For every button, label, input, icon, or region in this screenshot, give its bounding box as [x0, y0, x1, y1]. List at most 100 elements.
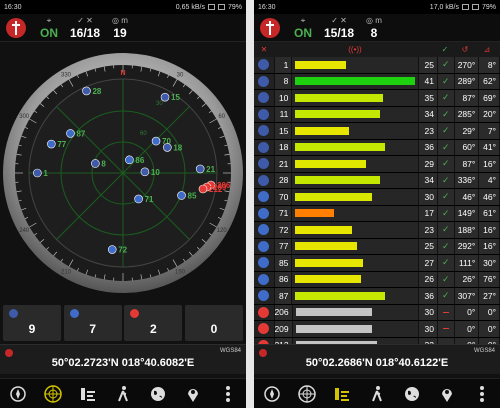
china-flag-icon	[130, 309, 140, 318]
satellite-marker[interactable]	[177, 191, 186, 200]
table-row[interactable]: 15 23 ✓ 29° 7°	[254, 123, 500, 140]
satellite-marker[interactable]	[125, 155, 134, 165]
check-icon: ✓	[442, 141, 450, 152]
table-row[interactable]: 209 30 0° 0°	[254, 321, 500, 338]
signal-bar-cell	[292, 271, 419, 287]
azimuth-cell: 292°	[454, 238, 479, 254]
coordinates-bar[interactable]: WGS84 50°02.2723'N 018°40.6082'E	[0, 344, 246, 374]
row-flag	[254, 139, 274, 155]
table-row[interactable]: 86 26 ✓ 26° 76°	[254, 271, 500, 288]
table-row[interactable]: 8 41 ✓ 289° 62°	[254, 73, 500, 90]
more-icon[interactable]	[217, 383, 239, 405]
app-logo-icon[interactable]	[260, 17, 280, 38]
signal-bars-icon[interactable]	[331, 383, 353, 405]
globe-icon[interactable]	[147, 383, 169, 405]
table-row[interactable]: 28 34 ✓ 336° 4°	[254, 172, 500, 189]
globe-icon[interactable]	[401, 383, 423, 405]
more-icon[interactable]	[471, 383, 493, 405]
satellite-radar[interactable]: 300 330 30 60 120 150 210 240 N 60 30 1 77 87 28 8 7…	[0, 42, 246, 304]
satellite-prn-label: 71	[145, 195, 154, 204]
signal-bar	[295, 126, 350, 135]
azimuth-cell: 285°	[454, 106, 479, 122]
satellite-marker[interactable]	[33, 168, 42, 178]
gps-header: ⌖ ON ✓ ✕ 16/18 ◎ m 19	[0, 14, 246, 42]
signal-col-icon[interactable]: ((•))	[291, 45, 419, 54]
map-pin-icon[interactable]	[182, 383, 204, 405]
table-row[interactable]: 10 35 ✓ 87° 69°	[254, 90, 500, 107]
signal-bar	[295, 242, 358, 251]
coordinates-text: 50°02.2686'N 018°40.6122'E	[305, 357, 449, 369]
satellite-marker[interactable]	[134, 194, 143, 204]
signal-bar	[295, 275, 362, 284]
table-row[interactable]: 18 36 ✓ 60° 41°	[254, 139, 500, 156]
satellite-marker[interactable]	[140, 167, 150, 177]
status-bar: 16:30 17,0 kB/s 79%	[254, 0, 500, 14]
check-icon: ✓	[442, 75, 450, 86]
prn-cell: 18	[274, 139, 292, 155]
walk-icon[interactable]	[366, 383, 388, 405]
satellite-marker[interactable]	[160, 92, 170, 102]
satellites-used-value: 16/18	[70, 25, 101, 40]
satellite-marker[interactable]	[151, 136, 161, 146]
russia-flag-icon	[258, 257, 270, 269]
walk-icon[interactable]	[112, 383, 134, 405]
table-row[interactable]: 71 17 ✓ 149° 61°	[254, 205, 500, 222]
prn-cell: 77	[274, 238, 292, 254]
used-cell: ✓	[437, 172, 454, 188]
used-cell: ✓	[437, 205, 454, 221]
satellite-prn-label: 72	[118, 246, 127, 255]
satellite-marker[interactable]	[82, 86, 91, 96]
table-row[interactable]: 77 25 ✓ 292° 16°	[254, 238, 500, 255]
table-row[interactable]: 85 27 ✓ 111° 30°	[254, 255, 500, 272]
elevation-col-icon[interactable]: ⊿	[477, 45, 497, 54]
radar-icon[interactable]	[296, 383, 318, 405]
radar-icon[interactable]	[42, 383, 64, 405]
signal-bar-cell	[292, 90, 419, 106]
satellite-marker[interactable]	[66, 129, 75, 138]
satellite-marker[interactable]	[198, 184, 208, 194]
table-row[interactable]: 206 30 0° 0°	[254, 304, 500, 321]
used-col-icon[interactable]: ✓	[437, 45, 453, 54]
signal-bars-icon[interactable]	[77, 383, 99, 405]
table-row[interactable]: 70 30 ✓ 46° 46°	[254, 189, 500, 206]
datum-label: WGS84	[473, 348, 495, 354]
satellite-marker[interactable]	[107, 245, 117, 254]
azimuth-col-icon[interactable]: ↺	[453, 45, 477, 54]
signal-table-screen: 16:30 17,0 kB/s 79% ⌖ ON ✓ ✕ 15/18 ◎ m 8…	[254, 0, 500, 408]
location-pin-icon	[259, 349, 267, 357]
snr-cell: 27	[419, 255, 437, 271]
used-cell: ✓	[437, 156, 454, 172]
satellite-marker[interactable]	[91, 159, 100, 168]
count-other[interactable]: 0	[184, 305, 243, 341]
table-row[interactable]: 1 25 ✓ 270° 8°	[254, 57, 500, 74]
usa-flag-icon	[258, 59, 270, 71]
russia-flag-icon	[258, 207, 270, 219]
satellite-marker[interactable]	[195, 164, 205, 174]
app-logo-icon[interactable]	[6, 17, 26, 38]
table-row[interactable]: 87 36 ✓ 307° 27°	[254, 288, 500, 305]
count-beidou[interactable]: 2	[124, 305, 183, 341]
snr-cell: 26	[419, 271, 437, 287]
count-glonass[interactable]: 7	[63, 305, 122, 341]
snr-cell: 36	[419, 139, 437, 155]
used-cell: ✓	[437, 189, 454, 205]
elevation-cell: 41°	[479, 139, 499, 155]
satellite-marker[interactable]	[163, 143, 172, 152]
signal-bar-cell	[292, 205, 419, 221]
coordinates-bar[interactable]: WGS84 50°02.2686'N 018°40.6122'E	[254, 344, 500, 374]
table-row[interactable]: 72 23 ✓ 188° 16°	[254, 222, 500, 239]
compass-label: 240	[19, 228, 30, 234]
count-gps[interactable]: 9	[3, 305, 61, 341]
russia-flag-icon	[258, 273, 270, 285]
map-pin-icon[interactable]	[436, 383, 458, 405]
satellite-col-icon[interactable]: ✕	[254, 45, 274, 54]
azimuth-cell: 336°	[454, 172, 479, 188]
signal-bar	[295, 143, 386, 152]
prn-cell: 87	[274, 288, 292, 304]
satellite-marker[interactable]	[47, 139, 56, 149]
compass-icon[interactable]	[7, 383, 29, 405]
used-cell: ✓	[437, 106, 454, 122]
compass-icon[interactable]	[261, 383, 283, 405]
table-row[interactable]: 11 34 ✓ 285° 20°	[254, 106, 500, 123]
table-row[interactable]: 21 29 ✓ 87° 16°	[254, 156, 500, 173]
